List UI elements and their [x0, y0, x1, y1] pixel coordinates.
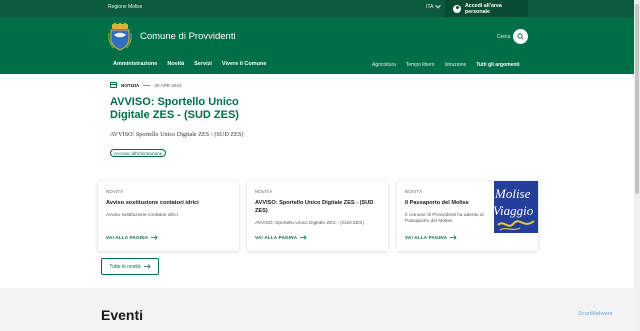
hero-meta: NOTIZIA 20 APR 2024: [110, 82, 181, 88]
nav-item-amministrazione[interactable]: Amministrazione: [113, 61, 157, 67]
page-scrollbar[interactable]: [634, 0, 640, 331]
events-section: Eventi: [0, 288, 640, 331]
card-thumbnail: Molise Viaggio: [494, 181, 538, 233]
card-link[interactable]: VAI ALLA PAGINA: [106, 235, 158, 240]
hero-title[interactable]: AVVISO: Sportello Unico Digitale ZES - (…: [110, 96, 280, 122]
arrow-right-icon: [300, 235, 307, 240]
nav-item-servizi[interactable]: Servizi: [194, 61, 212, 67]
language-selector[interactable]: ITA: [426, 2, 442, 10]
hero-type: NOTIZIA: [121, 82, 140, 88]
all-news-label: Tutte le novità: [109, 263, 141, 270]
card-link-label: VAI ALLA PAGINA: [255, 235, 298, 240]
card-link[interactable]: VAI ALLA PAGINA: [255, 235, 307, 240]
main-nav: Amministrazione Novità Servizi Vivere il…: [113, 61, 266, 67]
all-news-button[interactable]: Tutte le novità: [101, 258, 159, 275]
hero-lead: AVVISO: Sportello Unico Digitale ZES - (…: [110, 131, 244, 138]
scrollbar-thumb[interactable]: [635, 4, 639, 194]
login-button[interactable]: Accedi all'area personale: [445, 0, 528, 17]
card-title[interactable]: AVVISO: Sportello Unico Digitale ZES - (…: [255, 200, 379, 215]
news-card[interactable]: NOVITÀ Il Passaporto del Molise Il comun…: [397, 181, 538, 251]
meta-divider: [143, 84, 151, 86]
card-tag: NOVITÀ: [255, 189, 273, 194]
card-description: Avviso sostituzione contatori idrici: [106, 213, 178, 218]
arrow-right-icon: [151, 235, 158, 240]
molise-viaggio-graphic: Molise Viaggio: [494, 181, 538, 233]
coat-of-arms-logo[interactable]: [108, 23, 132, 51]
secondary-nav: Agricoltura Tempo libero Istruzione Tutt…: [372, 62, 519, 68]
arrow-right-icon: [450, 235, 457, 240]
search-icon: [517, 33, 524, 40]
card-link-label: VAI ALLA PAGINA: [405, 235, 448, 240]
card-title[interactable]: Avviso sostituzione contatori idrici: [106, 200, 230, 208]
nav-item-agricoltura[interactable]: Agricoltura: [372, 62, 396, 68]
nav-item-istruzione[interactable]: Istruzione: [445, 62, 467, 68]
svg-text:Viaggio: Viaggio: [494, 203, 534, 218]
nav-item-tutti-gli-argomenti[interactable]: Tutti gli argomenti: [476, 62, 519, 68]
news-card[interactable]: NOVITÀ AVVISO: Sportello Unico Digitale …: [247, 181, 388, 251]
card-title[interactable]: Il Passaporto del Molise: [405, 200, 493, 208]
arrow-right-icon: [143, 264, 151, 269]
hero-date: 20 APR 2024: [154, 82, 182, 88]
calendar-icon: [110, 82, 117, 88]
search-label: Cerca: [497, 34, 511, 40]
search-button[interactable]: [513, 29, 528, 44]
user-icon: [453, 4, 461, 13]
login-label: Accedi all'area personale: [464, 2, 502, 15]
card-tag: NOVITÀ: [405, 189, 423, 194]
language-label: ITA: [426, 4, 434, 10]
card-link-label: VAI ALLA PAGINA: [106, 235, 149, 240]
card-link[interactable]: VAI ALLA PAGINA: [405, 235, 457, 240]
svg-text:Molise: Molise: [494, 186, 531, 201]
news-card[interactable]: NOVITÀ Avviso sostituzione contatori idr…: [98, 181, 239, 251]
site-header: Comune di Provvidenti Cerca Amministrazi…: [0, 17, 640, 74]
nav-item-vivere-il-comune[interactable]: Vivere il Comune: [222, 61, 267, 67]
region-link[interactable]: Regione Molise: [108, 4, 142, 10]
scanmalware-watermark: ScanMalware: [578, 311, 613, 317]
site-title[interactable]: Comune di Provvidenti: [140, 31, 236, 42]
chevron-down-icon: [435, 2, 442, 9]
nav-item-novita[interactable]: Novità: [167, 61, 184, 67]
nav-item-tempo-libero[interactable]: Tempo libero: [406, 62, 435, 68]
topic-chip[interactable]: Accesso all'informazione: [110, 149, 167, 157]
card-tag: NOVITÀ: [106, 189, 124, 194]
card-description: AVVISO: Sportello Unico Digitale ZES - (…: [255, 221, 364, 226]
card-description: Il comune di Provvidenti ha aderito al P…: [405, 213, 484, 224]
top-bar: Regione Molise ITA Accedi all'area perso…: [0, 0, 640, 17]
events-heading: Eventi: [101, 307, 144, 323]
